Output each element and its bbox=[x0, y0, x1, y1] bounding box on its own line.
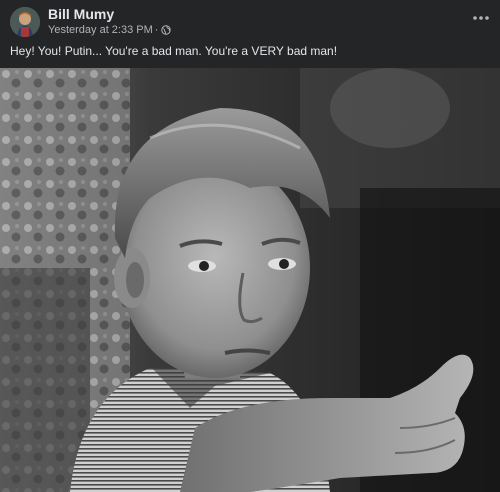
photo-image bbox=[0, 68, 500, 492]
post-photo[interactable] bbox=[0, 68, 500, 492]
more-options-button[interactable] bbox=[470, 10, 492, 26]
post-text: Hey! You! Putin... You're a bad man. You… bbox=[10, 44, 338, 58]
avatar[interactable] bbox=[10, 7, 40, 37]
meta-separator: · bbox=[154, 24, 159, 36]
post-timestamp[interactable]: Yesterday at 2:33 PM bbox=[48, 24, 153, 36]
author-name[interactable]: Bill Mumy bbox=[48, 6, 114, 22]
globe-icon[interactable] bbox=[161, 25, 172, 35]
ellipsis-icon bbox=[473, 16, 489, 20]
post-header: Bill Mumy Yesterday at 2:33 PM · bbox=[0, 0, 500, 40]
facebook-post: Bill Mumy Yesterday at 2:33 PM · Hey! Yo… bbox=[0, 0, 500, 492]
post-meta: Yesterday at 2:33 PM · bbox=[48, 24, 172, 36]
avatar-image bbox=[10, 7, 40, 37]
